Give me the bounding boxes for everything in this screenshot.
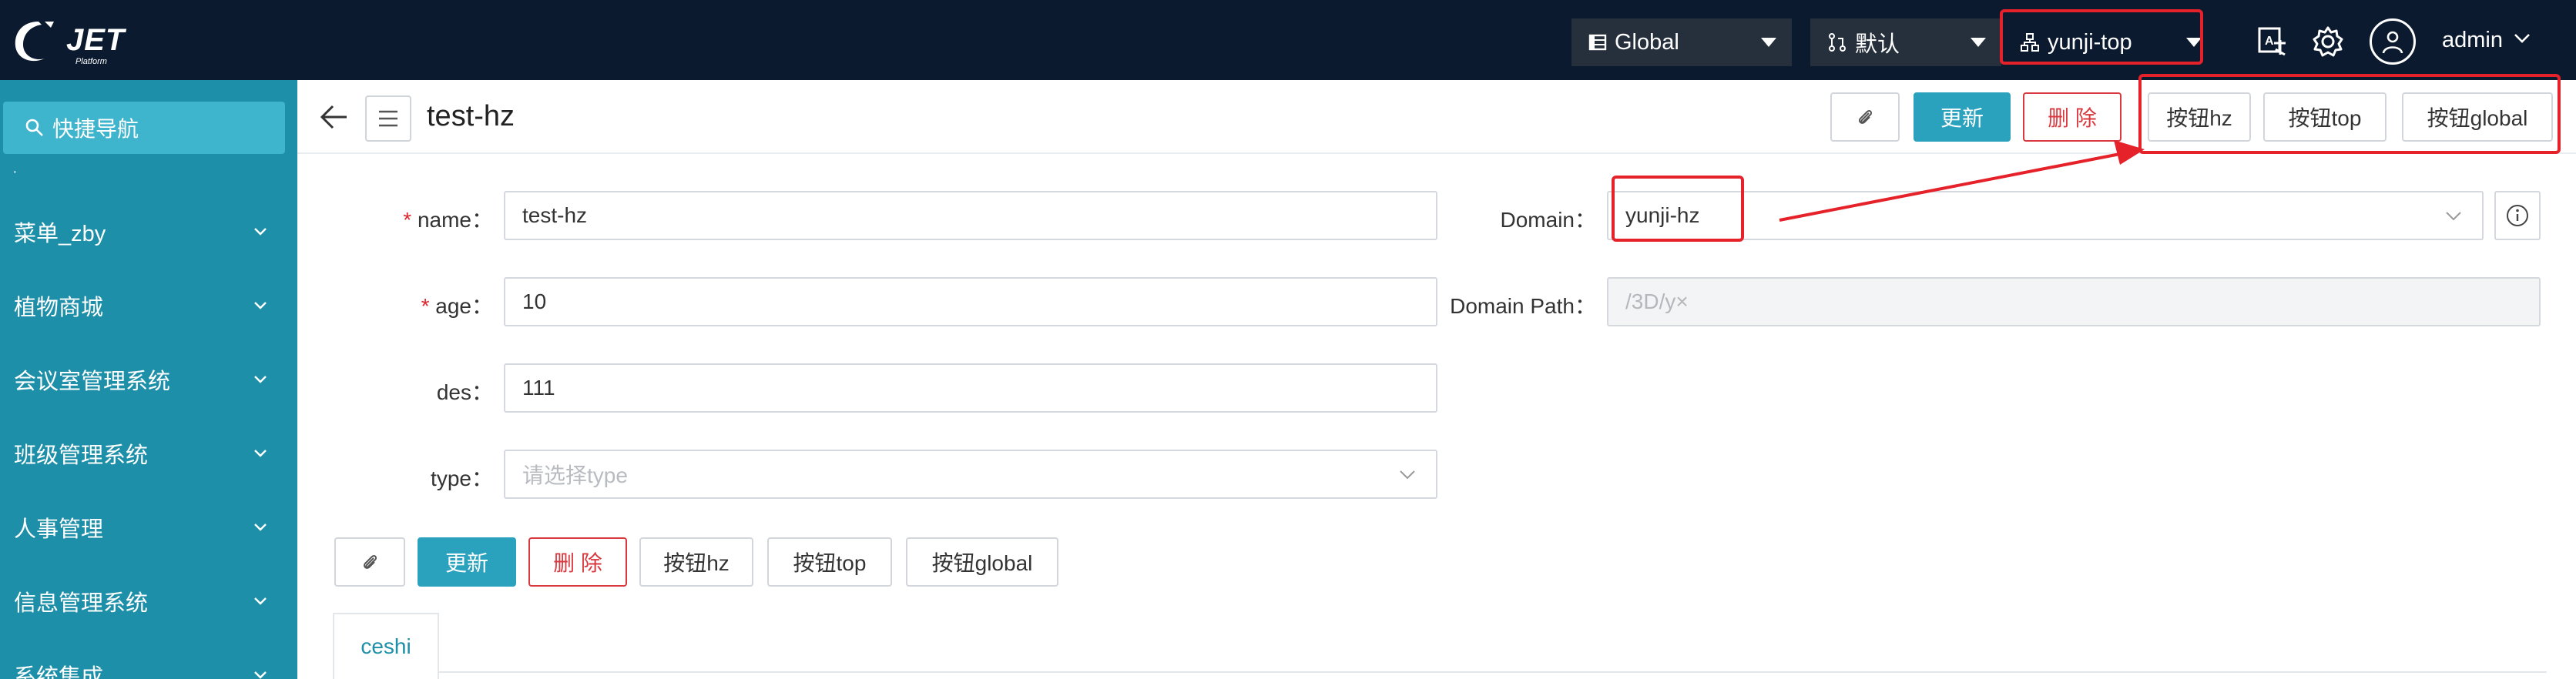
button-hz-bottom[interactable]: 按钮hz: [639, 537, 753, 587]
paperclip-icon: [363, 554, 377, 569]
branch-selector-label: 默认: [1855, 32, 1900, 57]
age-field[interactable]: 10: [504, 277, 1437, 326]
translate-icon[interactable]: A: [2256, 25, 2289, 59]
info-icon: [2507, 205, 2528, 226]
table-icon: [1588, 33, 1607, 52]
menu-icon[interactable]: [365, 95, 411, 142]
quick-nav-search[interactable]: 快捷导航: [3, 102, 285, 154]
annotation-box-header-buttons: [2138, 74, 2561, 154]
type-label: type：: [431, 467, 493, 490]
back-arrow-icon[interactable]: [319, 103, 350, 135]
info-button[interactable]: [2494, 191, 2541, 240]
chevron-down-icon[interactable]: [2513, 32, 2531, 48]
logo-swoosh-icon: [15, 22, 54, 62]
sidebar-item-plant-mall[interactable]: 植物商城: [0, 271, 297, 340]
user-avatar-icon[interactable]: [2370, 18, 2416, 65]
delete-button[interactable]: 删 除: [2023, 92, 2122, 142]
quick-nav-label: 快捷导航: [52, 117, 139, 141]
sidebar-item-label: 菜单_zby: [14, 222, 106, 246]
attach-button-bottom[interactable]: [334, 537, 405, 587]
global-selector-label: Global: [1615, 29, 1679, 55]
sidebar-item-system-integration[interactable]: 系统集成: [0, 641, 297, 679]
sidebar-item-hr[interactable]: 人事管理: [0, 493, 297, 562]
chevron-down-icon: [1400, 470, 1415, 480]
chevron-down-icon: [254, 302, 267, 309]
search-icon: [25, 119, 43, 136]
sidebar-item-label: 信息管理系统: [14, 591, 149, 616]
sidebar: 快捷导航 · 菜单_zby 植物商城 会议室管理系统 班级管理系统 人事管理 信…: [0, 80, 297, 679]
des-label: des：: [436, 380, 493, 404]
des-field[interactable]: 111: [504, 363, 1437, 413]
chevron-down-icon: [2446, 212, 2461, 221]
caret-down-icon: [1761, 38, 1776, 47]
page-title: test-hz: [427, 100, 515, 132]
button-top-bottom[interactable]: 按钮top: [767, 537, 892, 587]
sidebar-item-class-management[interactable]: 班级管理系统: [0, 419, 297, 488]
caret-down-icon: [1971, 38, 1986, 47]
sidebar-item-label: 系统集成: [14, 665, 104, 679]
global-selector[interactable]: Global: [1571, 18, 1792, 66]
jet-logo[interactable]: JET Platform: [11, 17, 126, 68]
chevron-down-icon: [254, 376, 267, 383]
username[interactable]: admin: [2442, 28, 2503, 53]
tab-ceshi[interactable]: ceshi: [333, 613, 439, 679]
top-bar: JET Platform Global 默认 yunji-top A admin: [0, 0, 2576, 80]
delete-button-bottom[interactable]: 删 除: [528, 537, 627, 587]
name-field[interactable]: test-hz: [504, 191, 1437, 240]
chevron-down-icon: [254, 450, 267, 457]
logo-subtext: Platform: [75, 57, 107, 66]
type-select[interactable]: 请选择type: [504, 450, 1437, 499]
tab-divider: [439, 671, 2547, 673]
chevron-down-icon: [254, 228, 267, 236]
sidebar-item-menu-zby[interactable]: 菜单_zby: [0, 197, 297, 266]
logo-text: JET: [66, 23, 126, 57]
sidebar-item-label: 人事管理: [14, 517, 104, 542]
sidebar-item-meeting-room[interactable]: 会议室管理系统: [0, 345, 297, 414]
gear-icon[interactable]: [2311, 25, 2345, 59]
chevron-down-icon: [254, 523, 267, 531]
annotation-box-domain-field: [1612, 176, 1744, 242]
name-label: * name：: [403, 208, 493, 232]
svg-text:A: A: [2265, 35, 2274, 48]
age-label: * age：: [421, 294, 493, 318]
domain-path-label: Domain Path：: [1450, 294, 1596, 318]
update-button[interactable]: 更新: [1914, 92, 2011, 142]
app-root: JET Platform Global 默认 yunji-top A admin…: [0, 0, 2576, 679]
domain-path-field: /3D/y×: [1607, 277, 2541, 326]
annotation-box-domain-selector: [2000, 9, 2203, 65]
sidebar-item-label: 植物商城: [14, 296, 104, 320]
chevron-down-icon: [254, 597, 267, 605]
sidebar-dot: ·: [12, 163, 18, 180]
paperclip-icon: [1858, 109, 1873, 124]
chevron-down-icon: [254, 671, 267, 679]
attach-button[interactable]: [1830, 92, 1900, 142]
sidebar-item-label: 会议室管理系统: [14, 370, 171, 394]
sidebar-item-label: 班级管理系统: [14, 443, 149, 468]
button-global-bottom[interactable]: 按钮global: [906, 537, 1058, 587]
merge-icon: [1827, 32, 1847, 52]
update-button-bottom[interactable]: 更新: [418, 537, 516, 587]
sidebar-item-info-management[interactable]: 信息管理系统: [0, 567, 297, 636]
branch-selector[interactable]: 默认: [1810, 18, 2001, 66]
domain-label: Domain：: [1500, 208, 1597, 232]
